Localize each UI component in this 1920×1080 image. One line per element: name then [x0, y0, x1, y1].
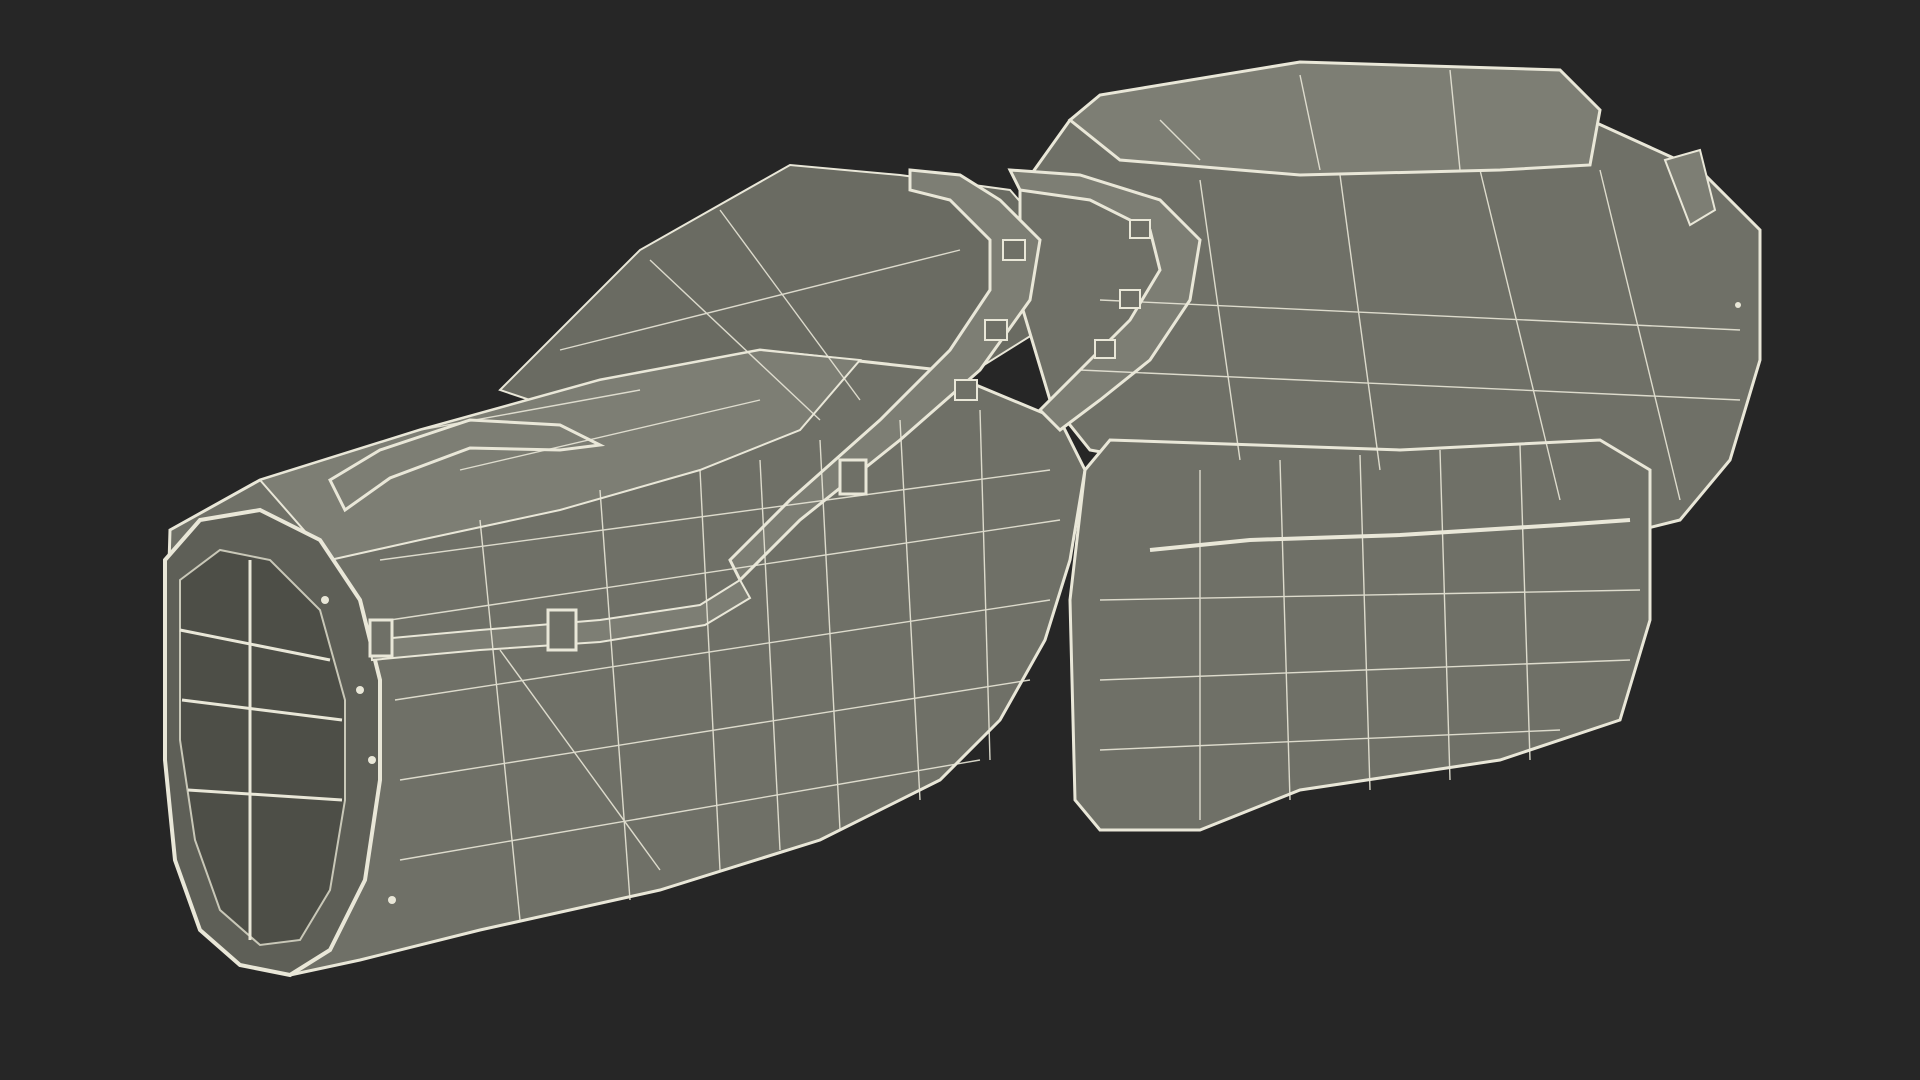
buckle-1: [546, 608, 578, 652]
golf-bag-render: [0, 0, 1920, 1080]
buckle-2: [368, 618, 394, 658]
buckle-3: [838, 458, 868, 496]
render-viewport: [0, 0, 1920, 1080]
